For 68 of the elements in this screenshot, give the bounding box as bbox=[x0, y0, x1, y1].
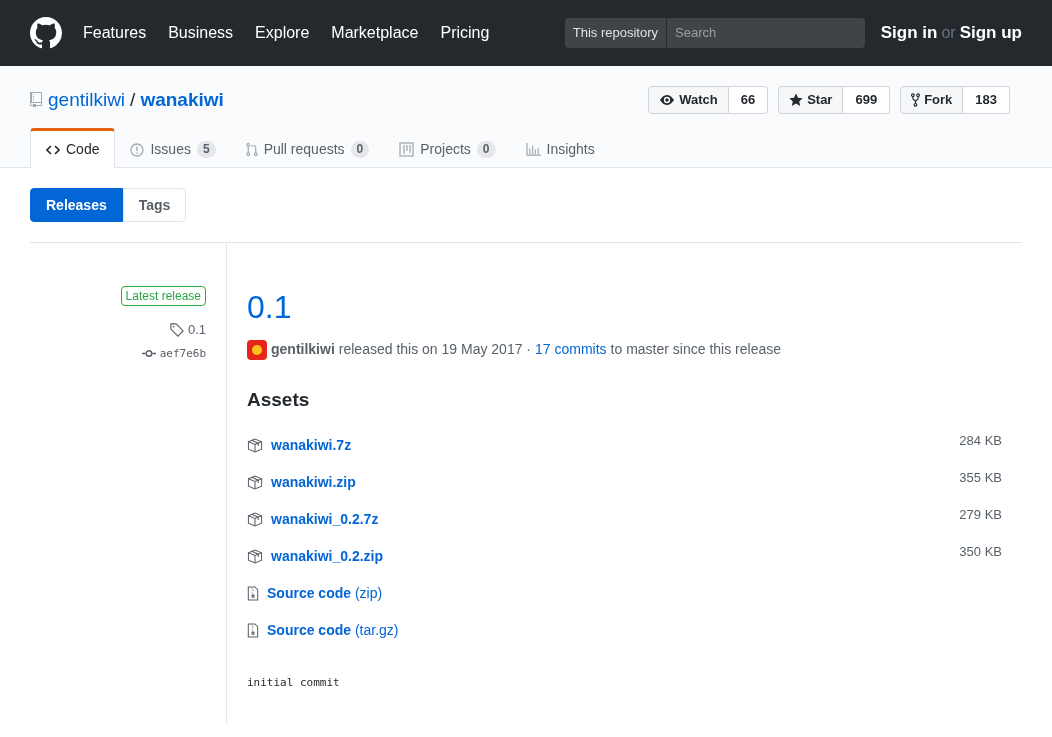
search-scope[interactable]: This repository bbox=[564, 18, 667, 48]
or-text: or bbox=[941, 23, 956, 43]
eye-icon bbox=[659, 92, 676, 108]
latest-release-badge: Latest release bbox=[120, 286, 206, 306]
repo-tab[interactable]: Insights bbox=[510, 128, 610, 168]
counter-badge: 0 bbox=[476, 141, 496, 158]
sign-in-link[interactable]: Sign in bbox=[880, 20, 938, 46]
package-icon bbox=[247, 474, 263, 490]
star-icon bbox=[789, 93, 804, 107]
release-title-link[interactable]: 0.1 bbox=[247, 287, 1022, 327]
file-zip-icon bbox=[247, 585, 259, 601]
commits-description: to master since this release bbox=[610, 340, 781, 359]
nav-link[interactable]: Features bbox=[83, 21, 147, 45]
avatar-icon bbox=[247, 339, 267, 360]
code-icon bbox=[46, 144, 60, 155]
release-date-text: released this on 19 May 2017 · bbox=[338, 340, 532, 359]
nav-link[interactable]: Marketplace bbox=[331, 21, 419, 45]
commit-link[interactable]: aef7e6b bbox=[159, 345, 206, 362]
fork-button[interactable]: Fork bbox=[900, 86, 964, 114]
counter-badge: 5 bbox=[196, 141, 216, 158]
nav-link[interactable]: Business bbox=[168, 21, 234, 45]
asset-link[interactable]: wanakiwi.7z bbox=[271, 434, 352, 456]
asset-link[interactable]: wanakiwi_0.2.zip bbox=[271, 545, 384, 567]
package-icon bbox=[247, 511, 263, 527]
star-button[interactable]: Star bbox=[778, 86, 844, 114]
assets-heading: Assets bbox=[247, 388, 311, 412]
repo-name-link[interactable]: wanakiwi bbox=[140, 85, 224, 115]
repo-owner-link[interactable]: gentilkiwi bbox=[48, 85, 126, 115]
nav-link[interactable]: Explore bbox=[255, 21, 310, 45]
tag-link[interactable]: 0.1 bbox=[187, 320, 206, 340]
issue-icon bbox=[130, 142, 145, 157]
commit-icon bbox=[141, 349, 156, 359]
counter-badge: 0 bbox=[350, 141, 370, 158]
file-size: 350 KB bbox=[959, 542, 1002, 561]
file-zip-icon bbox=[247, 622, 259, 638]
fork-icon bbox=[911, 93, 921, 107]
star-count[interactable]: 699 bbox=[843, 86, 891, 114]
subnav-tab[interactable]: Releases bbox=[30, 188, 123, 222]
nav-link[interactable]: Pricing bbox=[440, 21, 490, 45]
package-icon bbox=[247, 548, 263, 564]
sign-up-link[interactable]: Sign up bbox=[959, 20, 1022, 46]
project-board-icon bbox=[399, 142, 415, 157]
watch-count[interactable]: 66 bbox=[728, 86, 769, 114]
package-icon bbox=[247, 437, 263, 453]
repo-tab[interactable]: Issues 5 bbox=[115, 128, 231, 168]
asset-link[interactable]: wanakiwi_0.2.7z bbox=[271, 508, 379, 530]
file-size: 355 KB bbox=[959, 468, 1002, 487]
author-link[interactable]: gentilkiwi bbox=[271, 339, 335, 360]
subnav-tab[interactable]: Tags bbox=[122, 188, 187, 222]
search-field[interactable]: Search bbox=[667, 18, 865, 48]
repo-tab[interactable]: Pull requests 0 bbox=[230, 128, 385, 168]
file-size: 284 KB bbox=[959, 431, 1002, 450]
tag-icon bbox=[169, 322, 184, 337]
logo-icon[interactable] bbox=[30, 17, 62, 49]
asset-link[interactable]: Source code (zip) bbox=[267, 582, 383, 604]
repo-tab[interactable]: Projects 0 bbox=[384, 128, 511, 168]
pull-request-icon bbox=[245, 142, 258, 157]
asset-link[interactable]: wanakiwi.zip bbox=[271, 471, 356, 493]
repo-icon bbox=[30, 92, 42, 108]
asset-link[interactable]: Source code (tar.gz) bbox=[267, 619, 399, 641]
file-size: 279 KB bbox=[959, 505, 1002, 524]
watch-button[interactable]: Watch bbox=[648, 86, 729, 114]
path-separator: / bbox=[130, 87, 136, 112]
commits-link[interactable]: 17 commits bbox=[535, 339, 607, 360]
release-notes: initial commit bbox=[247, 674, 341, 691]
bar-graph-icon bbox=[525, 143, 541, 156]
fork-count[interactable]: 183 bbox=[963, 86, 1010, 114]
repo-tab[interactable]: Code bbox=[30, 128, 116, 168]
